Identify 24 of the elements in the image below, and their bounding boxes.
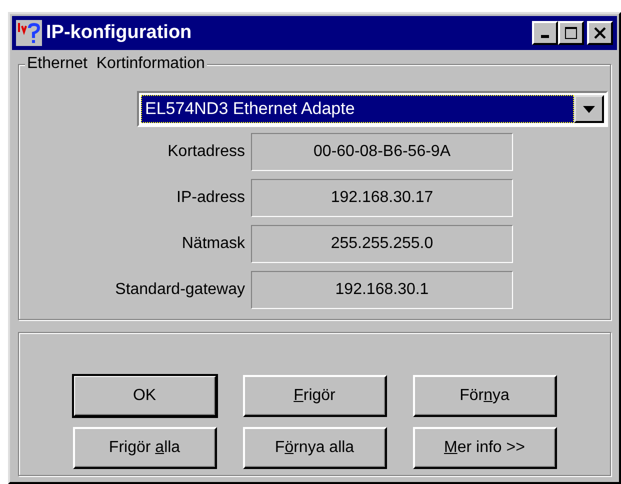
close-button[interactable] (587, 21, 613, 45)
dialog-button[interactable]: OK (72, 375, 216, 417)
dialog-button[interactable]: Frigör alla (72, 427, 216, 469)
close-icon (594, 27, 606, 39)
field-label: IP-adress (176, 189, 245, 207)
adapter-dropdown[interactable]: EL574ND3 Ethernet Adapte (137, 91, 608, 127)
dialog-button[interactable]: Mer info >> (412, 427, 556, 469)
field-label: Nätmask (180, 235, 245, 253)
field-label: Standard-gateway (114, 281, 245, 299)
field-label: Kortadress (166, 143, 245, 161)
dialog-button[interactable]: Frigör (242, 375, 386, 417)
dropdown-value: EL574ND3 Ethernet Adapte (141, 95, 574, 123)
field-value: 00-60-08-B6-56-9A (251, 133, 513, 171)
minimize-button[interactable] (532, 21, 558, 45)
field-value: 192.168.30.17 (251, 179, 513, 217)
dialog-button[interactable]: Förnya (412, 375, 556, 417)
window-title: IP-konfiguration (46, 22, 193, 44)
field-value: 192.168.30.1 (251, 271, 513, 309)
maximize-icon (565, 27, 577, 39)
field-value: 255.255.255.0 (251, 225, 513, 263)
minimize-icon (541, 35, 549, 38)
dialog-button[interactable]: Förnya alla (242, 427, 386, 469)
app-icon (16, 20, 42, 46)
maximize-button[interactable] (558, 21, 584, 45)
